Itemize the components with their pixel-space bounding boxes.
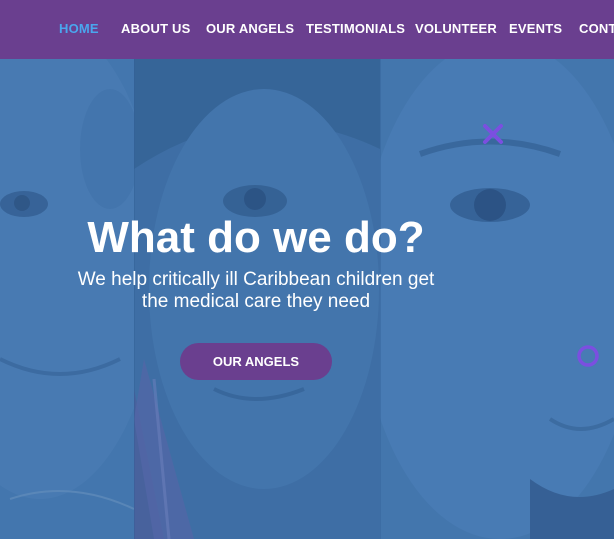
nav-contact[interactable]: CONTA <box>579 21 614 36</box>
close-x-decor-icon <box>482 123 504 150</box>
hero-banner: What do we do? We help critically ill Ca… <box>0 59 614 539</box>
nav-events[interactable]: EVENTS <box>509 21 562 36</box>
circle-decor-icon <box>576 344 600 373</box>
nav-testimonials[interactable]: TESTIMONIALS <box>306 21 405 36</box>
hero-headline: What do we do? <box>87 213 425 262</box>
nav-our-angels[interactable]: OUR ANGELS <box>206 21 294 36</box>
nav-volunteer[interactable]: VOLUNTEER <box>415 21 497 36</box>
nav-about-us[interactable]: ABOUT US <box>121 21 191 36</box>
hero-subline: We help critically ill Caribbean childre… <box>58 269 454 313</box>
main-nav: HOME ABOUT US OUR ANGELS TESTIMONIALS VO… <box>0 0 614 59</box>
hero-subline-line-1: We help critically ill Caribbean childre… <box>77 269 435 290</box>
nav-home[interactable]: HOME <box>59 21 99 36</box>
hero-subline-line-2: the medical care they need <box>141 291 371 312</box>
our-angels-button[interactable]: OUR ANGELS <box>180 343 332 380</box>
